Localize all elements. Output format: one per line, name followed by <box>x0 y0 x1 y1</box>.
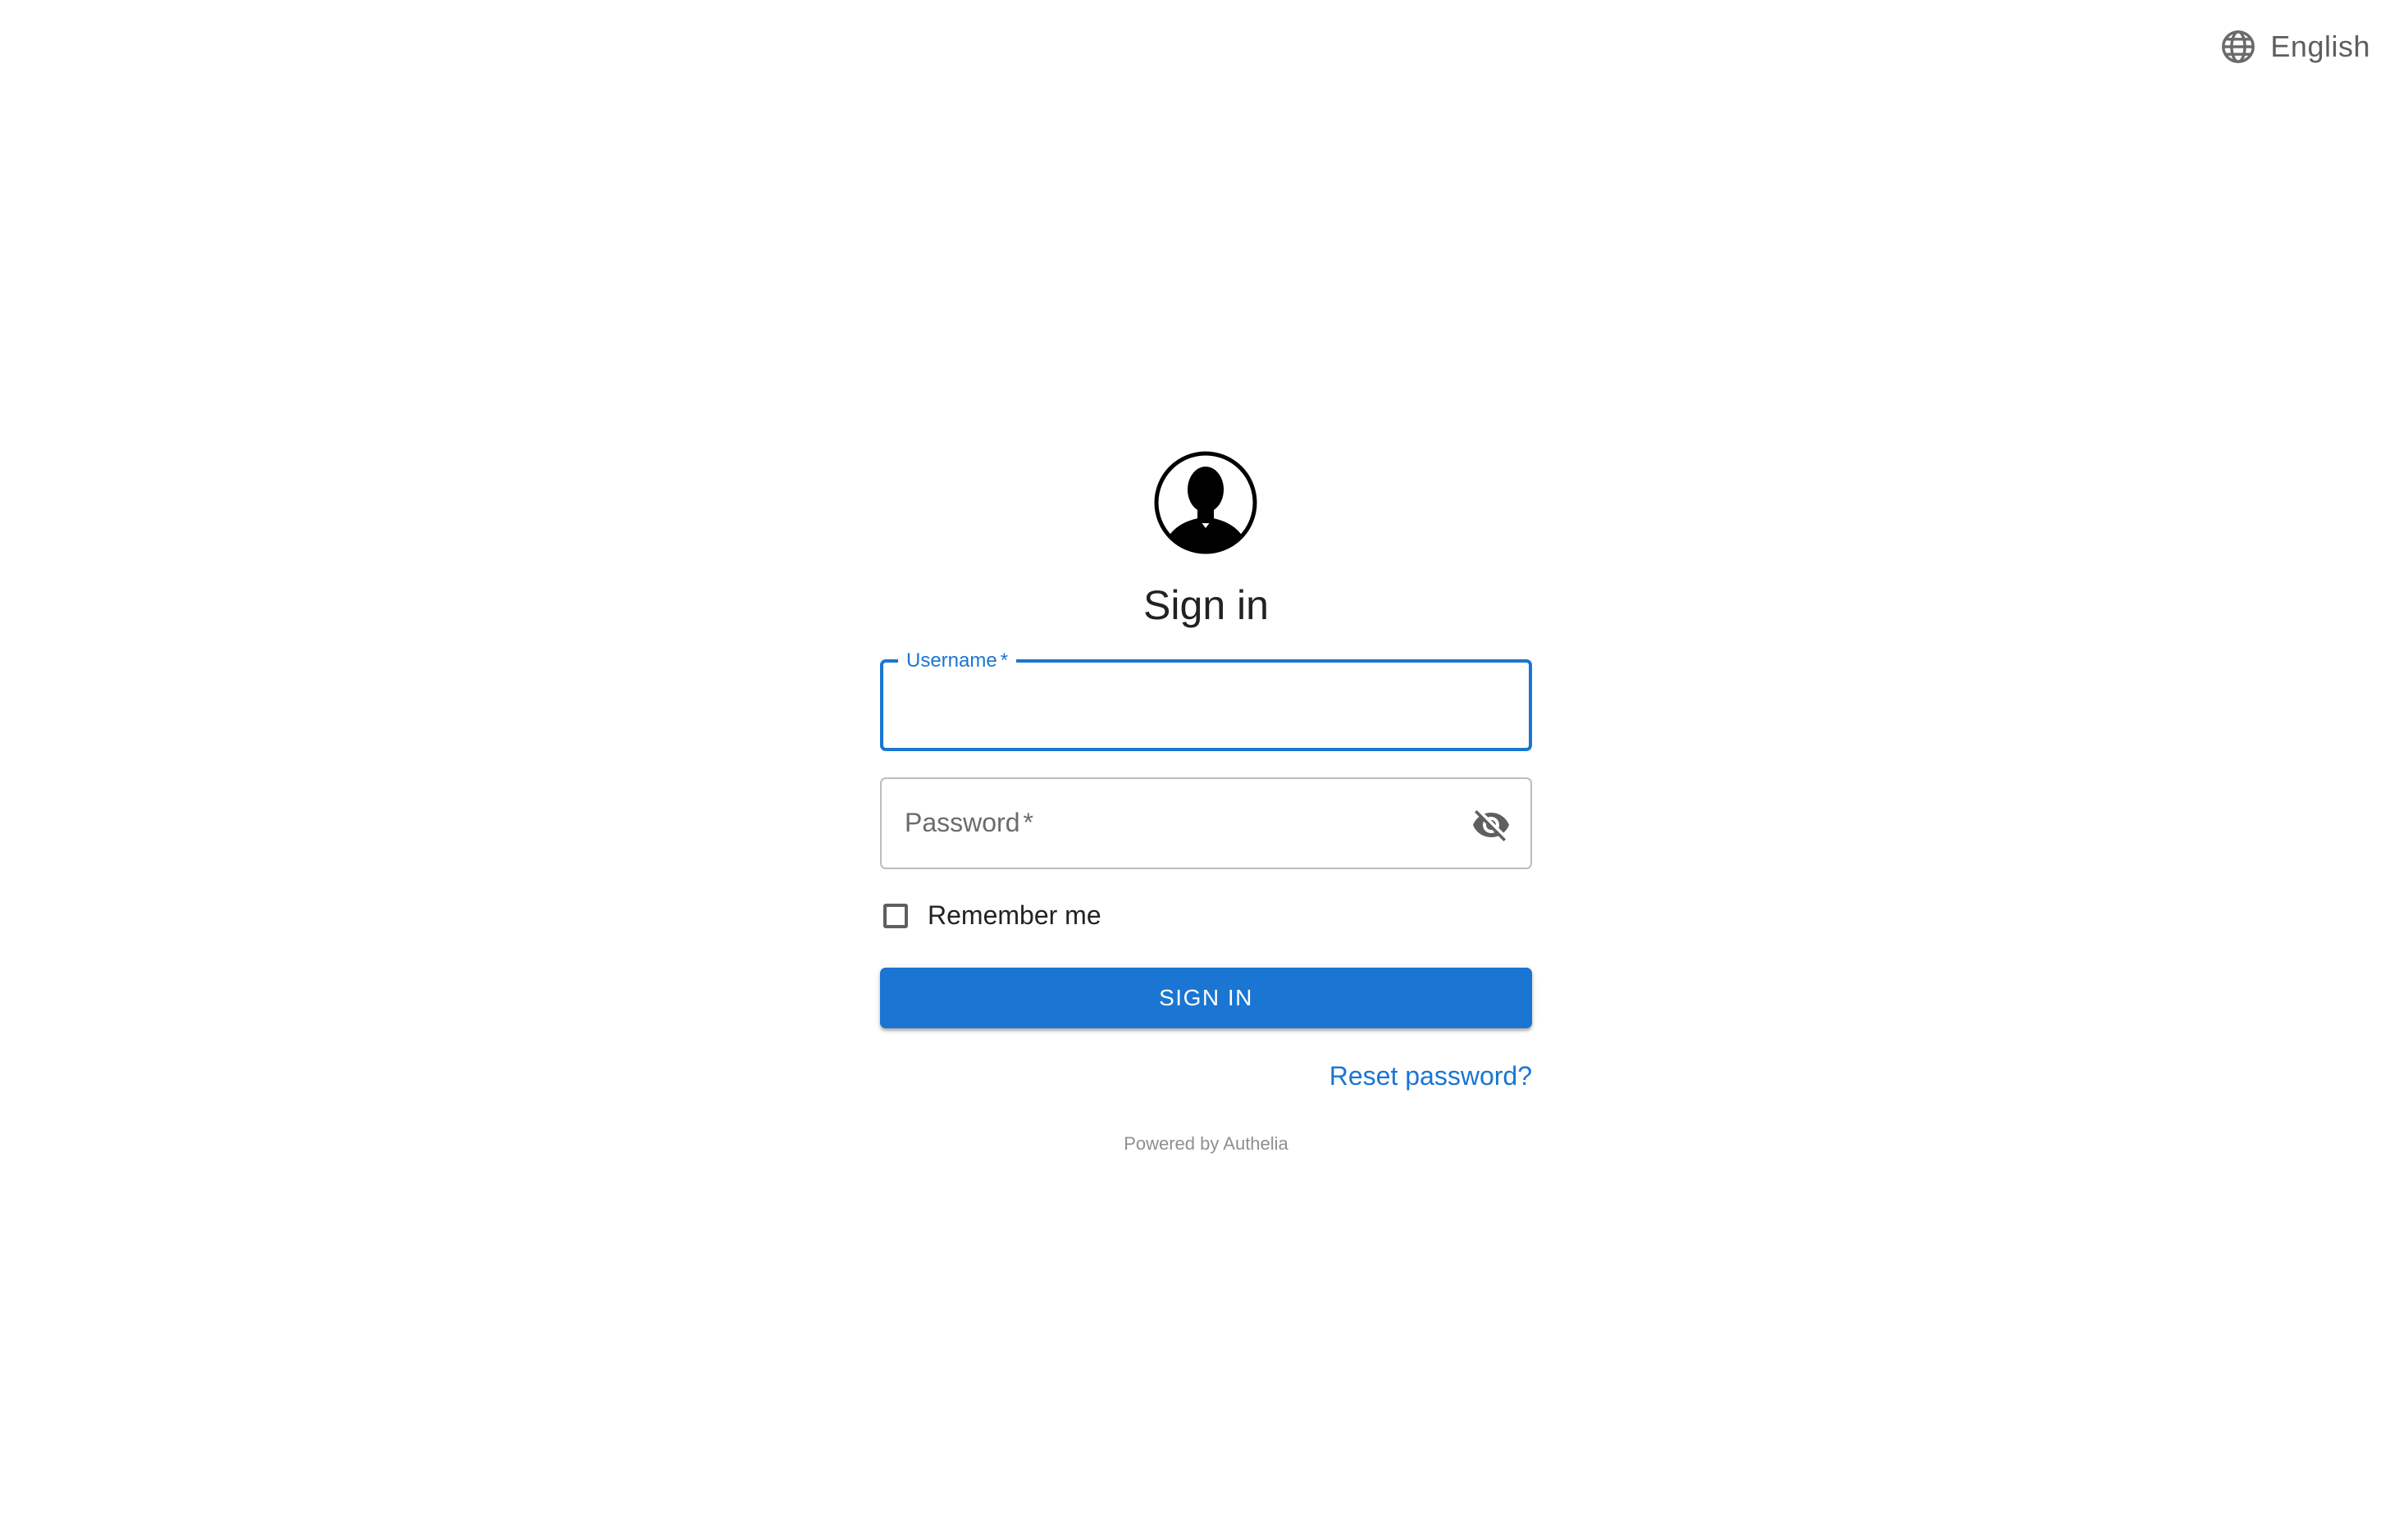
language-label: English <box>2270 30 2370 63</box>
remember-me-label: Remember me <box>928 900 1101 930</box>
page-title: Sign in <box>1143 582 1269 628</box>
powered-by-footer: Powered by Authelia <box>1124 1133 1288 1154</box>
signin-button[interactable]: SIGN IN <box>880 968 1532 1028</box>
remember-me[interactable]: Remember me <box>880 900 1101 931</box>
remember-me-checkbox[interactable] <box>883 903 908 928</box>
password-input[interactable] <box>882 779 1530 868</box>
password-field[interactable]: Password * <box>880 777 1532 869</box>
visibility-off-icon[interactable] <box>1471 805 1511 845</box>
user-silhouette-icon <box>1154 451 1257 554</box>
username-field[interactable]: Username * <box>880 649 1532 751</box>
username-input[interactable] <box>883 663 1529 748</box>
language-selector[interactable]: English <box>2213 25 2377 69</box>
globe-icon <box>2222 30 2255 63</box>
reset-password-link[interactable]: Reset password? <box>1329 1061 1532 1091</box>
